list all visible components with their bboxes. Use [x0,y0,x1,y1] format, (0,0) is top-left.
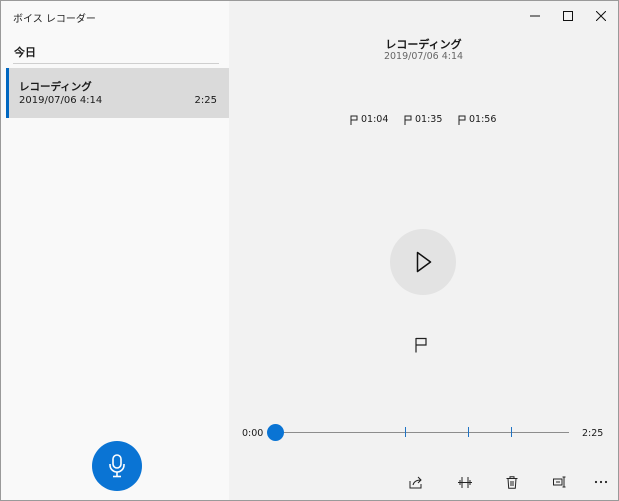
marker-time: 01:04 [361,114,389,125]
marker-tick [405,427,406,437]
recording-duration: 2:25 [194,95,217,106]
record-button[interactable] [92,441,142,491]
delete-button[interactable] [502,473,522,491]
recording-name: レコーディング [19,81,92,93]
minimize-icon [530,15,540,17]
delete-icon [506,475,518,489]
marker-tick [468,427,469,437]
microphone-icon [109,454,125,478]
recording-timestamp: 2019/07/06 4:14 [383,51,464,62]
share-icon [409,476,422,488]
flag-icon [404,115,412,125]
flag-icon [415,337,427,353]
play-icon [416,251,432,273]
play-button[interactable] [390,229,456,295]
section-title-today: 今日 [14,46,36,59]
minimize-button[interactable] [518,5,552,27]
recordings-pane: ボイス レコーダー 今日 レコーディング 2019/07/06 4:14 2:2… [1,1,229,500]
marker-item[interactable]: 01:04 [350,114,388,125]
marker-item[interactable]: 01:56 [458,114,496,125]
more-icon [594,480,608,484]
section-divider [13,63,219,64]
trim-icon [458,476,472,488]
current-time: 0:00 [242,428,264,439]
close-button[interactable] [584,5,618,27]
playback-pane: レコーディング 2019/07/06 4:14 01:04 01:35 01:5… [229,1,618,500]
maximize-button[interactable] [551,5,585,27]
more-options-button[interactable] [591,473,611,491]
trim-button[interactable] [455,473,475,491]
recording-date: 2019/07/06 4:14 [19,95,103,106]
marker-time: 01:35 [415,114,443,125]
marker-time: 01:56 [469,114,497,125]
close-icon [596,11,606,21]
flag-icon [458,115,466,125]
total-duration: 2:25 [582,428,604,439]
rename-icon [553,476,566,488]
recording-title: レコーディング [385,38,462,51]
seek-thumb[interactable] [267,424,284,441]
maximize-icon [563,11,573,21]
marker-tick [511,427,512,437]
selection-indicator [6,68,9,118]
app-title: ボイス レコーダー [13,14,96,25]
app-window: ボイス レコーダー 今日 レコーディング 2019/07/06 4:14 2:2… [0,0,619,501]
marker-item[interactable]: 01:35 [404,114,442,125]
rename-button[interactable] [550,473,570,491]
seek-track[interactable] [276,432,569,433]
share-button[interactable] [406,473,426,491]
add-marker-button[interactable] [414,337,432,355]
recording-list-item[interactable]: レコーディング 2019/07/06 4:14 2:25 [6,68,229,118]
flag-icon [350,115,358,125]
